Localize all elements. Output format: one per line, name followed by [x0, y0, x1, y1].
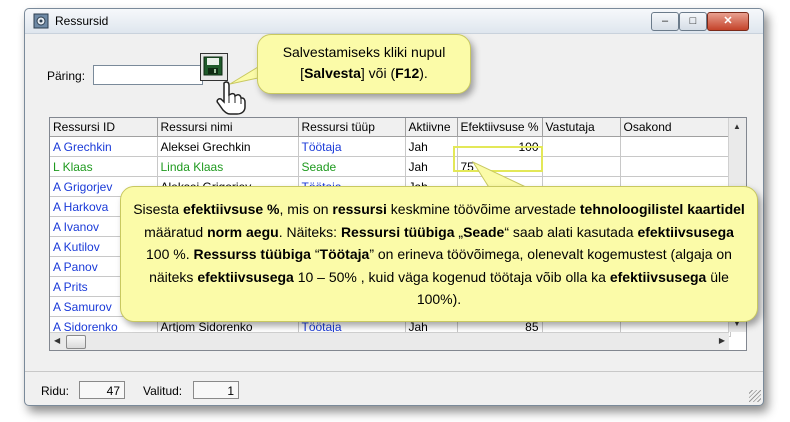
column-header[interactable]: Osakond — [620, 118, 731, 137]
app-icon — [33, 13, 49, 29]
callout-save-hint: Salvestamiseks kliki nupul [Salvesta] võ… — [257, 34, 471, 94]
query-label: Päring: — [47, 69, 86, 83]
table-row[interactable]: A Grechkin Aleksei Grechkin Töötaja Jah 100 — [50, 136, 731, 157]
hand-pointer-icon — [216, 81, 246, 115]
callout-save-tail — [229, 66, 259, 85]
status-bar: Ridu: 47 Valitud: 1 — [25, 371, 763, 404]
resize-grip-icon[interactable] — [749, 390, 761, 402]
save-icon — [203, 56, 223, 76]
minimize-icon: – — [661, 15, 669, 27]
rows-label: Ridu: — [41, 384, 70, 398]
title-bar[interactable]: Ressursid – □ ✕ — [25, 9, 763, 34]
cell-name[interactable]: Linda Klaas — [157, 156, 299, 177]
rows-count: 47 — [79, 381, 125, 399]
scroll-left-icon[interactable]: ◀ — [54, 336, 60, 345]
scroll-right-icon[interactable]: ▶ — [719, 336, 725, 345]
close-button[interactable]: ✕ — [707, 12, 749, 31]
cell-type[interactable]: Seade — [298, 156, 406, 177]
selected-count: 1 — [193, 381, 239, 399]
cell-active[interactable]: Jah — [405, 136, 458, 157]
selected-label: Valitud: — [143, 384, 183, 398]
column-header[interactable]: Vastutaja — [542, 118, 621, 137]
horizontal-scrollbar[interactable]: ◀ ▶ — [50, 332, 729, 350]
cell-type[interactable]: Töötaja — [298, 136, 406, 157]
cell-department[interactable] — [620, 156, 731, 177]
column-header[interactable]: Aktiivne — [405, 118, 458, 137]
window-title: Ressursid — [55, 14, 109, 28]
column-header[interactable]: Efektiivsuse % — [457, 118, 543, 137]
save-button[interactable] — [200, 53, 228, 81]
table-header-row: Ressursi ID Ressursi nimi Ressursi tüüp … — [50, 118, 731, 137]
scroll-thumb[interactable] — [66, 335, 86, 349]
minimize-button[interactable]: – — [651, 12, 679, 31]
cell-id[interactable]: L Klaas — [50, 156, 158, 177]
close-icon: ✕ — [723, 15, 733, 27]
query-input[interactable] — [93, 65, 203, 85]
cell-id[interactable]: A Grechkin — [50, 136, 158, 157]
callout-save-line2: [Salvesta] või (F12). — [300, 65, 428, 81]
maximize-button[interactable]: □ — [679, 12, 707, 31]
callout-save-line1: Salvestamiseks kliki nupul — [282, 44, 446, 60]
cell-department[interactable] — [620, 136, 731, 157]
table-row[interactable]: L Klaas Linda Klaas Seade Jah 75 — [50, 156, 731, 177]
column-header[interactable]: Ressursi nimi — [157, 118, 299, 137]
column-header[interactable]: Ressursi tüüp — [298, 118, 406, 137]
column-header[interactable]: Ressursi ID — [50, 118, 158, 137]
maximize-icon: □ — [689, 15, 697, 27]
scroll-up-icon[interactable]: ▲ — [733, 122, 741, 131]
cell-name[interactable]: Aleksei Grechkin — [157, 136, 299, 157]
cell-active[interactable]: Jah — [405, 156, 458, 177]
cell-responsible[interactable] — [542, 136, 621, 157]
callout-efficiency-info: Sisesta efektiivsuse %, mis on ressursi … — [120, 186, 758, 322]
cell-responsible[interactable] — [542, 156, 621, 177]
